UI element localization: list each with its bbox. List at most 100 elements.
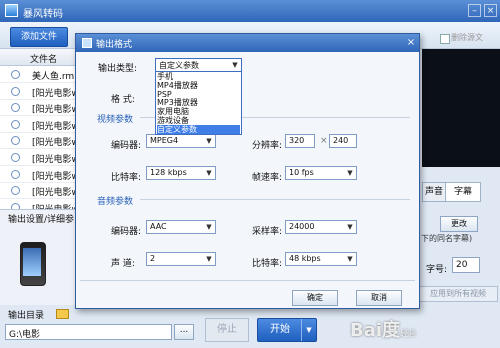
resolution-separator: × — [320, 136, 328, 146]
chevron-down-icon: ▼ — [347, 223, 353, 231]
chevron-down-icon: ▼ — [232, 61, 238, 69]
folder-icon[interactable] — [56, 309, 69, 319]
tab-subtitle[interactable]: 字幕 — [445, 182, 481, 202]
video-bitrate-value: 128 kbps — [150, 168, 187, 177]
cancel-button[interactable]: 取消 — [356, 290, 402, 306]
clock-icon — [11, 103, 20, 113]
ok-button[interactable]: 确定 — [292, 290, 338, 306]
close-button[interactable]: × — [484, 4, 497, 17]
column-filename: 文件名 — [30, 55, 58, 65]
output-dir-label: 输出目录 — [8, 311, 45, 321]
file-name: [阳光电影w — [32, 188, 79, 199]
resolution-label: 分辨率: — [252, 141, 283, 151]
dropdown-option[interactable]: 手机 — [157, 72, 240, 81]
framerate-label: 帧速率: — [252, 173, 283, 183]
dialog-title: 输出格式 — [96, 40, 133, 50]
audio-encoder-value: AAC — [150, 222, 167, 231]
font-size-value: 20 — [456, 260, 468, 270]
title-bar — [0, 0, 500, 22]
output-settings-label: 输出设置/详细参 — [8, 215, 75, 225]
video-encoder-value: MPEG4 — [150, 136, 179, 145]
change-subtitle-button[interactable]: 更改 — [440, 216, 478, 232]
output-path-field[interactable]: G:\电影 — [5, 324, 172, 340]
add-file-button[interactable]: 添加文件 — [10, 27, 68, 47]
clock-icon — [11, 119, 20, 129]
file-name: 美人鱼.rm — [32, 72, 75, 82]
font-size-label: 字号: — [426, 265, 448, 275]
dialog-close-button[interactable]: × — [404, 36, 418, 50]
dropdown-option[interactable]: 家用电脑 — [157, 107, 240, 116]
file-name: [阳光电影w — [32, 171, 79, 182]
stop-button[interactable]: 停止 — [205, 318, 249, 342]
resolution-width-value: 320 — [289, 136, 305, 145]
resolution-height-value: 240 — [333, 136, 349, 145]
samplerate-select[interactable]: 24000 ▼ — [285, 220, 357, 234]
browse-button[interactable]: ... — [174, 324, 194, 340]
samplerate-value: 24000 — [289, 222, 315, 231]
file-name: [阳光电影w — [32, 88, 79, 99]
channels-select[interactable]: 2 ▼ — [146, 252, 216, 266]
chevron-down-icon: ▼ — [206, 223, 212, 231]
output-path-value: G:\电影 — [9, 330, 41, 340]
phone-screen — [23, 248, 41, 276]
audio-bitrate-value: 48 kbps — [289, 254, 321, 263]
chevron-down-icon: ▼ — [347, 255, 353, 263]
audio-section-label: 音频参数 — [97, 197, 134, 207]
app-icon — [5, 4, 18, 17]
clock-icon — [11, 153, 20, 162]
clock-icon — [11, 169, 20, 179]
tab-sound[interactable]: 声音 — [422, 182, 446, 202]
app-title: 暴风转码 — [23, 9, 63, 20]
file-name: [阳光电影w — [32, 155, 79, 165]
start-dropdown-icon[interactable]: ▼ — [301, 319, 316, 341]
apply-to-all-button[interactable]: 应用到所有视频 — [418, 286, 498, 302]
dropdown-option[interactable]: MP4播放器 — [157, 81, 240, 90]
chevron-down-icon: ▼ — [206, 137, 212, 145]
file-name: [阳光电影w — [32, 105, 79, 116]
video-bitrate-select[interactable]: 128 kbps ▼ — [146, 166, 216, 180]
video-encoder-select[interactable]: MPEG4 ▼ — [146, 134, 216, 148]
watermark-sub: 经验 — [400, 329, 417, 338]
delete-source-label: 删除源文 — [451, 33, 483, 42]
chevron-down-icon: ▼ — [206, 255, 212, 263]
start-button[interactable]: 开始 ▼ — [257, 318, 317, 342]
video-preview — [422, 49, 500, 167]
dialog-footer-divider — [80, 280, 415, 281]
dropdown-option[interactable]: 游戏设备 — [157, 116, 240, 125]
audio-bitrate-select[interactable]: 48 kbps ▼ — [285, 252, 357, 266]
clock-icon — [11, 136, 20, 146]
output-type-value: 自定义参数 — [159, 61, 199, 70]
audio-bitrate-label: 比特率: — [252, 259, 283, 269]
channels-value: 2 — [150, 254, 156, 263]
channels-label: 声 道: — [111, 259, 135, 269]
resolution-width-input[interactable]: 320 — [285, 134, 315, 148]
file-name: [阳光电影w — [32, 138, 79, 149]
chevron-down-icon: ▼ — [347, 169, 353, 177]
video-encoder-label: 编码器: — [111, 141, 142, 151]
dropdown-option[interactable]: 自定义参数 — [157, 124, 240, 134]
clock-icon — [11, 86, 20, 96]
watermark-text: Bai度 — [350, 320, 401, 341]
font-size-input[interactable]: 20 — [452, 257, 480, 273]
subtitle-name-note: 下的同名字幕) — [421, 234, 473, 243]
video-section-label: 视频参数 — [97, 115, 134, 125]
audio-encoder-label: 编码器: — [111, 227, 142, 237]
chevron-down-icon: ▼ — [206, 169, 212, 177]
resolution-height-input[interactable]: 240 — [329, 134, 357, 148]
start-label: 开始 — [270, 324, 290, 335]
video-bitrate-label: 比特率: — [111, 173, 142, 183]
file-name: [阳光电影w — [32, 121, 79, 132]
format-label: 格 式: — [111, 95, 135, 105]
audio-encoder-select[interactable]: AAC ▼ — [146, 220, 216, 234]
delete-source-checkbox[interactable] — [440, 34, 450, 44]
framerate-value: 10 fps — [289, 168, 314, 177]
framerate-select[interactable]: 10 fps ▼ — [285, 166, 357, 180]
clock-icon — [11, 186, 20, 196]
output-type-label: 输出类型: — [98, 64, 138, 74]
dialog-icon — [82, 38, 92, 48]
output-type-select[interactable]: 自定义参数 ▼ — [155, 58, 242, 72]
clock-icon — [11, 70, 20, 79]
minimize-button[interactable]: – — [468, 4, 481, 17]
samplerate-label: 采样率: — [252, 227, 283, 237]
audio-section-divider — [140, 199, 410, 200]
